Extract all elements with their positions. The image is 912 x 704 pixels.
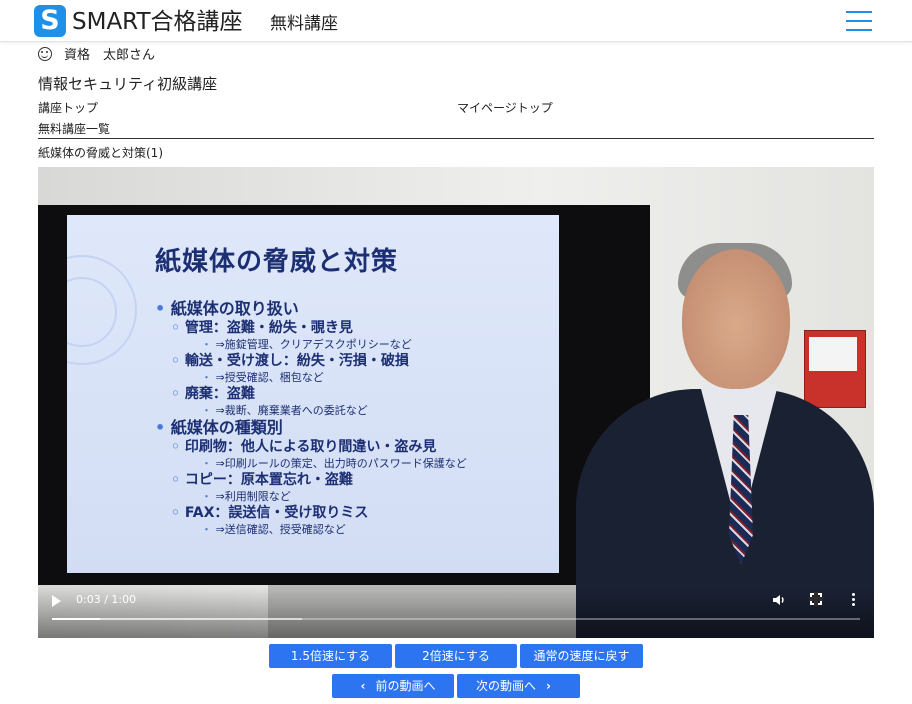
brand-title[interactable]: SMART合格講座 bbox=[72, 6, 243, 38]
slide-bullet: ◦ bbox=[171, 386, 185, 402]
slide-line-text: 印刷物：他人による取り間違い・盗み見 bbox=[184, 439, 437, 455]
tv-monitor: 紙媒体の脅威と対策 • 紙媒体の取り扱い ◦ 管理：盗難・紛失・覗き見・ ⇒施錠管… bbox=[38, 205, 650, 585]
slide-line-text: 紙媒体の取り扱い bbox=[170, 299, 299, 318]
slide-line: • 紙媒体の種類別 bbox=[155, 418, 283, 438]
slide-line: ◦ 輸送・受け渡し：紛失・汚損・破損 bbox=[171, 352, 409, 370]
lecturer bbox=[682, 249, 790, 389]
site-header: S SMART合格講座 無料講座 bbox=[0, 0, 912, 42]
slide-bullet: • bbox=[155, 299, 171, 318]
slide-bullet: • bbox=[155, 418, 171, 437]
slide-bullet: ◦ bbox=[171, 439, 185, 455]
lesson-title: 紙媒体の脅威と対策(1) bbox=[38, 146, 163, 160]
hamburger-icon[interactable] bbox=[846, 11, 872, 31]
slide-line: ◦ 管理：盗難・紛失・覗き見 bbox=[171, 319, 353, 337]
volume-icon[interactable] bbox=[771, 592, 787, 608]
prev-video-label: 前の動画へ bbox=[375, 679, 436, 693]
slide-bullet: ・ bbox=[201, 490, 216, 503]
speed-2x-button[interactable]: 2倍速にする bbox=[395, 644, 517, 668]
slide-bullet: ・ bbox=[201, 404, 216, 417]
slide-bullet: ・ bbox=[201, 371, 216, 384]
slide-title: 紙媒体の脅威と対策 bbox=[155, 247, 399, 277]
next-video-button[interactable]: 次の動画へ › bbox=[457, 674, 580, 698]
course-title: 情報セキュリティ初級講座 bbox=[38, 75, 218, 93]
speed-normal-button[interactable]: 通常の速度に戻す bbox=[520, 644, 643, 668]
user-greeting: 資格 太郎さん bbox=[38, 47, 155, 65]
slide-line-text: FAX：誤送信・受け取りミス bbox=[184, 505, 369, 521]
play-icon[interactable] bbox=[52, 595, 61, 607]
slide-line: ◦ コピー：原本置忘れ・盗難 bbox=[171, 471, 353, 489]
slide-line: ◦ 廃棄：盗難 bbox=[171, 385, 255, 403]
slide-line: ・ ⇒施錠管理、クリアデスクポリシーなど bbox=[201, 337, 412, 352]
slide-line: ・ ⇒授受確認、梱包など bbox=[201, 370, 324, 385]
divider bbox=[38, 138, 874, 139]
textbook-image bbox=[804, 330, 866, 408]
logo-icon[interactable]: S bbox=[34, 5, 66, 37]
slide-line: ・ ⇒送信確認、授受確認など bbox=[201, 522, 346, 537]
slide-bullet: ・ bbox=[201, 457, 216, 470]
course-top-link[interactable]: 講座トップ bbox=[38, 100, 98, 116]
slide-bullet: ・ bbox=[201, 523, 216, 536]
chevron-right-icon: › bbox=[546, 679, 551, 693]
slide-line-text: 紙媒体の種類別 bbox=[170, 418, 283, 437]
speed-1-5x-button[interactable]: 1.5倍速にする bbox=[269, 644, 392, 668]
slide-bullet: ◦ bbox=[171, 472, 185, 488]
lecture-slide: 紙媒体の脅威と対策 • 紙媒体の取り扱い ◦ 管理：盗難・紛失・覗き見・ ⇒施錠管… bbox=[67, 215, 559, 573]
slide-line: ◦ FAX：誤送信・受け取りミス bbox=[171, 504, 368, 522]
slide-bullet: ◦ bbox=[171, 320, 185, 336]
video-player[interactable]: 紙媒体の脅威と対策 • 紙媒体の取り扱い ◦ 管理：盗難・紛失・覗き見・ ⇒施錠管… bbox=[38, 167, 874, 638]
more-options-icon[interactable] bbox=[852, 593, 856, 607]
slide-line-text: ⇒施錠管理、クリアデスクポリシーなど bbox=[215, 338, 412, 351]
brand-subtitle: 無料講座 bbox=[270, 14, 338, 34]
slide-line-text: ⇒利用制限など bbox=[215, 490, 291, 503]
fullscreen-icon[interactable] bbox=[809, 592, 823, 606]
smile-icon bbox=[38, 47, 52, 61]
chevron-left-icon: ‹ bbox=[360, 679, 366, 693]
slide-line-text: 管理：盗難・紛失・覗き見 bbox=[184, 320, 353, 336]
slide-line: ・ ⇒印刷ルールの策定、出力時のパスワード保護など bbox=[201, 456, 467, 471]
slide-line-text: コピー：原本置忘れ・盗難 bbox=[184, 472, 353, 488]
progress-bar[interactable] bbox=[52, 618, 860, 620]
free-courses-link[interactable]: 無料講座一覧 bbox=[38, 121, 110, 137]
video-controls: 0:03 / 1:00 bbox=[38, 587, 874, 638]
time-display: 0:03 / 1:00 bbox=[76, 593, 137, 606]
slide-line-text: ⇒授受確認、梱包など bbox=[215, 371, 324, 384]
next-video-label: 次の動画へ bbox=[476, 679, 537, 693]
slide-bullet: ・ bbox=[201, 338, 216, 351]
slide-bullet: ◦ bbox=[171, 353, 185, 369]
slide-line: ・ ⇒利用制限など bbox=[201, 489, 291, 504]
slide-line: • 紙媒体の取り扱い bbox=[155, 299, 299, 319]
slide-line-text: ⇒印刷ルールの策定、出力時のパスワード保護など bbox=[215, 457, 467, 470]
user-name: 資格 太郎さん bbox=[64, 48, 156, 63]
mypage-top-link[interactable]: マイページトップ bbox=[457, 100, 553, 116]
slide-line: ◦ 印刷物：他人による取り間違い・盗み見 bbox=[171, 438, 436, 456]
slide-line-text: ⇒送信確認、授受確認など bbox=[215, 523, 346, 536]
slide-line: ・ ⇒裁断、廃棄業者への委託など bbox=[201, 403, 368, 418]
slide-line-text: 輸送・受け渡し：紛失・汚損・破損 bbox=[184, 353, 409, 369]
prev-video-button[interactable]: ‹ 前の動画へ bbox=[332, 674, 454, 698]
slide-line-text: 廃棄：盗難 bbox=[184, 386, 255, 402]
slide-line-text: ⇒裁断、廃棄業者への委託など bbox=[215, 404, 368, 417]
slide-bullet: ◦ bbox=[171, 505, 185, 521]
played-range bbox=[52, 618, 101, 620]
